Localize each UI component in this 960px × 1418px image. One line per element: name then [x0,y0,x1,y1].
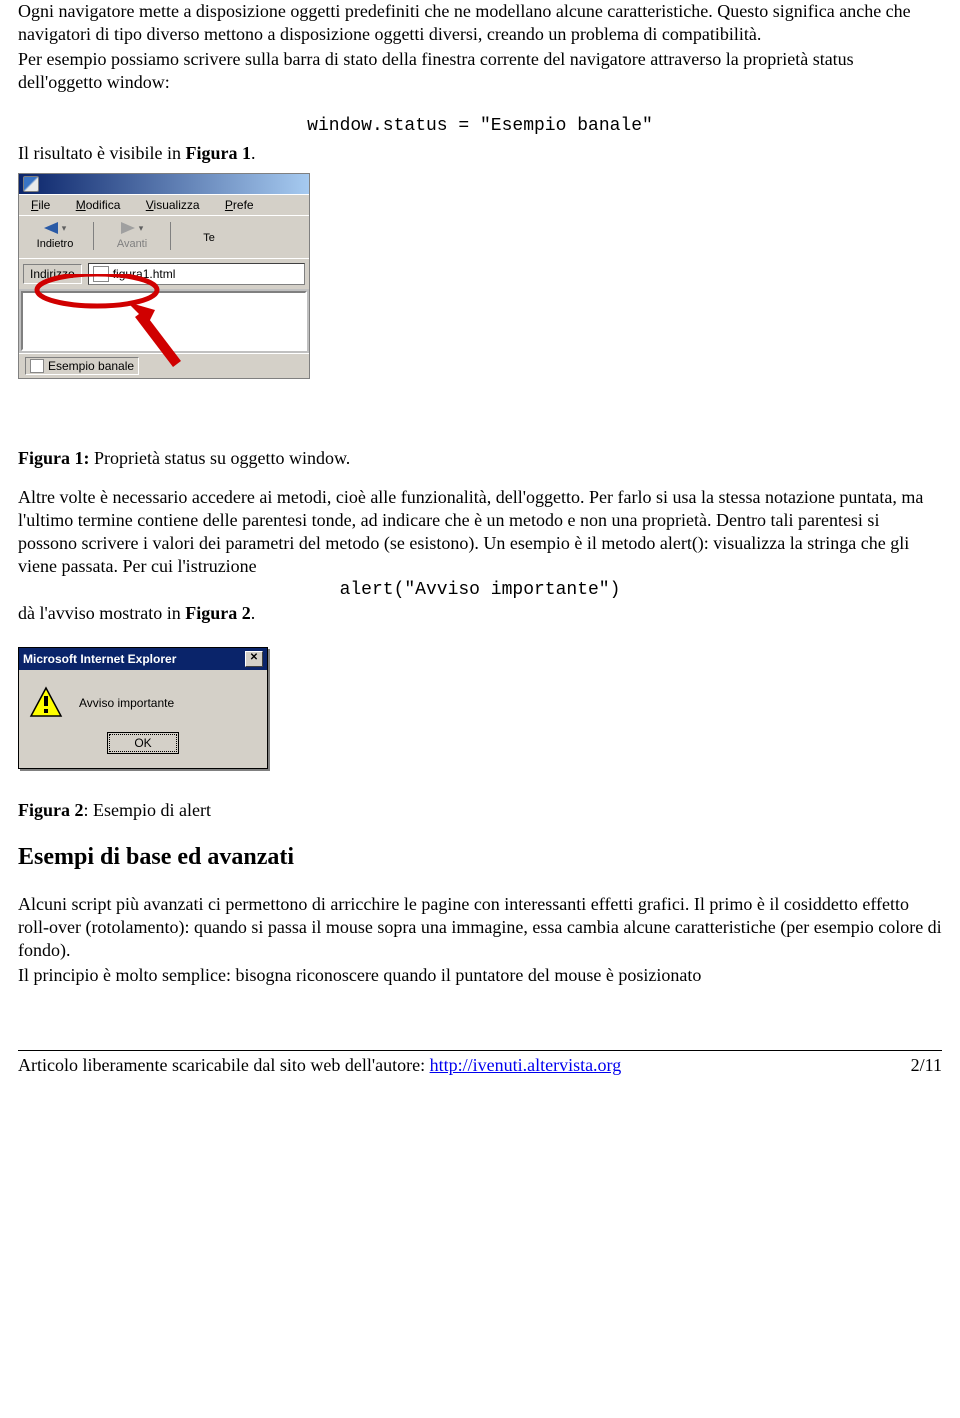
menu-pref[interactable]: Prefe [225,198,254,212]
intro-paragraph: Ogni navigatore mette a disposizione ogg… [18,0,942,46]
figure-1-caption: Figura 1: Proprietà status su oggetto wi… [18,447,942,470]
page-icon [30,359,44,373]
dialog-titlebar: Microsoft Internet Explorer ✕ [19,648,267,670]
figure2-reference: dà l'avviso mostrato in Figura 2. [18,602,942,625]
third-button[interactable]: Te [177,228,241,244]
dialog-message: Avviso importante [79,696,174,710]
browser-viewport [21,291,307,351]
address-bar: Indirizzo figura1.html [19,258,309,289]
code-example-1: window.status = "Esempio banale" [18,116,942,136]
figure-1-browser-mock: File Modifica Visualizza Prefe ▾ Indietr… [18,173,310,379]
menu-visualizza[interactable]: Visualizza [146,198,200,212]
menu-modifica[interactable]: Modifica [76,198,121,212]
status-cell: Esempio banale [25,357,139,375]
status-text: Esempio banale [48,359,134,373]
ok-button[interactable]: OK [107,732,178,754]
address-label: Indirizzo [23,264,82,284]
author-link[interactable]: http://ivenuti.altervista.org [430,1055,622,1075]
advanced-paragraph-b: Il principio è molto semplice: bisogna r… [18,964,942,987]
address-input[interactable]: figura1.html [88,263,305,285]
code-example-2: alert("Avviso importante") [18,580,942,600]
ie-icon [23,176,39,192]
section-heading: Esempi di base ed avanzati [18,844,942,871]
back-button[interactable]: ▾ Indietro [23,222,87,250]
dialog-title: Microsoft Internet Explorer [23,652,176,666]
methods-paragraph: Altre volte è necessario accedere ai met… [18,486,942,578]
menu-file[interactable]: File [31,198,50,212]
close-icon[interactable]: ✕ [245,651,263,667]
footer-separator [18,1050,942,1051]
figure-2-caption: Figura 2: Esempio di alert [18,799,942,822]
page-number: 2/11 [911,1055,942,1076]
browser-menubar: File Modifica Visualizza Prefe [19,194,309,215]
advanced-paragraph: Alcuni script più avanzati ci permettono… [18,893,942,962]
figure1-reference: Il risultato è visibile in Figura 1. [18,142,942,165]
page-icon [93,266,109,282]
arrow-left-icon [44,222,58,234]
intro-paragraph-b: Per esempio possiamo scrivere sulla barr… [18,48,942,94]
page-footer: Articolo liberamente scaricabile dal sit… [18,1055,942,1076]
warning-icon [29,686,63,720]
arrow-right-icon [121,222,135,234]
browser-statusbar: Esempio banale [19,353,309,378]
browser-toolbar: ▾ Indietro ▾ Avanti Te [19,215,309,258]
figure-2-alert-dialog: Microsoft Internet Explorer ✕ Avviso imp… [18,647,268,769]
browser-titlebar [19,174,309,194]
forward-button[interactable]: ▾ Avanti [100,222,164,250]
